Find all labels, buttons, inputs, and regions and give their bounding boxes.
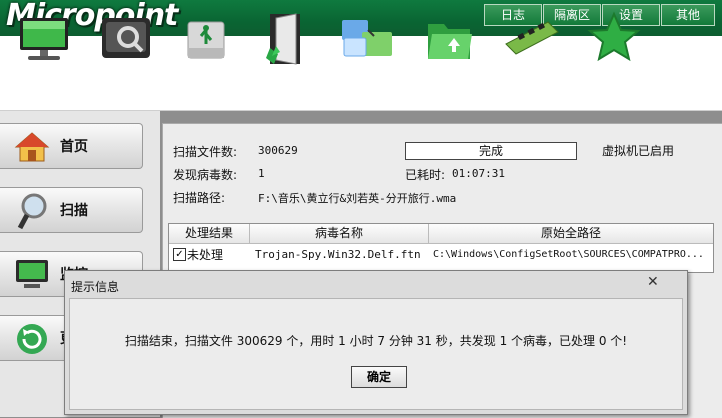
folder-network-icon[interactable] (334, 8, 398, 70)
ok-button[interactable]: 确定 (351, 366, 407, 388)
row-checkbox[interactable]: ✓ (173, 248, 186, 261)
top-nav-other[interactable]: 其他 (661, 4, 715, 26)
elapsed-value: 01:07:31 (452, 167, 505, 180)
dialog-title: 提示信息 (71, 280, 120, 294)
usb-drive-icon[interactable] (174, 8, 238, 70)
column-header-path[interactable]: 原始全路径 (429, 224, 713, 244)
vm-status: 虚拟机已启用 (602, 144, 675, 158)
column-header-result[interactable]: 处理结果 (169, 224, 250, 244)
memory-chip-icon[interactable] (500, 8, 564, 70)
scan-path-value: F:\音乐\黄立行&刘若英-分开旅行.wma (258, 192, 457, 205)
elapsed-label: 已耗时: (405, 168, 446, 182)
dialog-body: 扫描结束，扫描文件 300629 个，用时 1 小时 7 分钟 31 秒，共发现… (69, 298, 683, 410)
sidebar-item-scan[interactable]: 扫描 (0, 187, 143, 233)
sidebar-item-label: 首页 (60, 139, 88, 155)
folder-green-icon[interactable] (418, 8, 482, 70)
sidebar-item-label: 扫描 (60, 203, 88, 219)
scan-path-label: 扫描路径: (173, 191, 226, 205)
virus-found-label: 发现病毒数: (173, 168, 238, 182)
magnifier-icon (17, 193, 47, 230)
star-icon[interactable] (582, 8, 646, 70)
result-cell: 未处理 (187, 248, 224, 262)
virus-found-value: 1 (258, 167, 265, 180)
files-scanned-value: 300629 (258, 144, 298, 157)
info-dialog: 提示信息 ✕ 扫描结束，扫描文件 300629 个，用时 1 小时 7 分钟 3… (64, 270, 688, 415)
home-icon (14, 132, 50, 162)
progress-bar: 完成 (405, 142, 577, 160)
dialog-message: 扫描结束，扫描文件 300629 个，用时 1 小时 7 分钟 31 秒，共发现… (124, 334, 628, 348)
sidebar-item-home[interactable]: 首页 (0, 123, 143, 169)
virus-name-cell: Trojan-Spy.Win32.Delf.ftn (255, 248, 421, 261)
results-table: 处理结果 病毒名称 原始全路径 ✓ 未处理 Trojan-Spy.Win32.D… (168, 223, 714, 273)
close-icon[interactable]: ✕ (647, 274, 659, 290)
door-exit-icon[interactable] (254, 8, 318, 70)
refresh-icon (17, 324, 47, 354)
disk-scan-icon[interactable] (94, 8, 158, 70)
monitor-icon[interactable] (12, 8, 76, 70)
monitor-icon (16, 260, 48, 288)
column-header-virus-name[interactable]: 病毒名称 (250, 224, 429, 244)
files-scanned-label: 扫描文件数: (173, 145, 238, 159)
table-row[interactable]: ✓ 未处理 Trojan-Spy.Win32.Delf.ftn C:\Windo… (169, 244, 713, 266)
path-cell: C:\Windows\ConfigSetRoot\SOURCES\COMPATP… (433, 249, 704, 260)
